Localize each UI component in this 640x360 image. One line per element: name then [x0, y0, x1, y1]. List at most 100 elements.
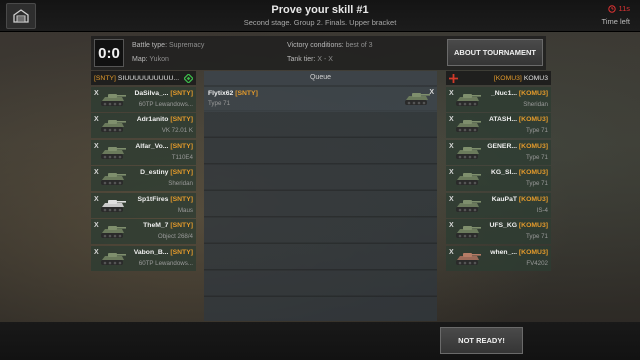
player-row[interactable]: Xwhen_... [KOMU3] FV4202 — [446, 245, 551, 271]
player-clan-tag: [SNTY] — [170, 248, 193, 256]
map-label: Map: — [132, 56, 148, 63]
player-clan-tag: [SNTY] — [170, 169, 193, 176]
player-name: when_... [KOMU3] — [490, 249, 548, 256]
green-diamond-icon — [184, 73, 193, 83]
tank-tier: Tank tier: X - X — [287, 56, 333, 63]
remove-player-icon[interactable]: X — [94, 222, 99, 229]
right-team-header: [KOMU3] KOMU3 — [446, 71, 551, 85]
player-row[interactable]: X DaSilva_... [SNTY] 60TP Lewandows... — [91, 86, 196, 112]
player-name: Vabon_B... [SNTY] — [134, 249, 193, 256]
battle-type: Battle type: Supremacy — [132, 42, 204, 49]
player-row[interactable]: X KG_Sl... [KOMU3] Type 71 — [446, 166, 551, 191]
remove-player-icon[interactable]: X — [429, 89, 434, 96]
player-nickname: Sp1tFires — [137, 195, 169, 203]
player-vehicle: Type 71 — [525, 127, 548, 134]
player-row[interactable]: X Sp1tFires [SNTY] Maus — [91, 192, 196, 218]
player-clan-tag: [KOMU3] — [518, 116, 548, 123]
tank-icon — [454, 197, 482, 215]
queue-item[interactable]: Flytix62 [SNTY] Type 71 X — [204, 87, 437, 112]
tank-icon — [99, 223, 127, 241]
player-clan-tag: [SNTY] — [170, 89, 193, 97]
player-row[interactable]: X UFS_KG [KOMU3] Type 71 — [446, 219, 551, 244]
queue-list: Flytix62 [SNTY] Type 71 X — [204, 85, 437, 321]
player-row[interactable]: X TheM_7 [SNTY] Object 268/4 — [91, 219, 196, 244]
remove-player-icon[interactable]: X — [449, 143, 454, 150]
player-clan-tag: [KOMU3] — [518, 142, 548, 150]
player-row[interactable]: X KauPaT [KOMU3] IS-4 — [446, 192, 551, 218]
player-nickname: DaSilva_... — [134, 89, 169, 97]
top-bar: Prove your skill #1 Second stage. Group … — [0, 0, 640, 32]
red-cross-icon — [449, 73, 458, 83]
player-name: GENER... [KOMU3] — [487, 143, 548, 150]
player-row[interactable]: X Alfar_Vo... [SNTY] T110E4 — [91, 139, 196, 165]
remove-player-icon[interactable]: X — [94, 196, 99, 203]
timer-label: Time left — [601, 17, 630, 26]
player-vehicle: 60TP Lewandows... — [138, 100, 193, 108]
right-team-name: KOMU3 — [523, 74, 548, 82]
player-nickname: Vabon_B... — [133, 248, 169, 256]
tank-icon — [454, 223, 482, 241]
remove-player-icon[interactable]: X — [449, 169, 454, 176]
player-nickname: Alfar_Vo... — [135, 142, 169, 150]
player-clan-tag: [KOMU3] — [518, 248, 548, 256]
player-row[interactable]: X ATASH... [KOMU3] Type 71 — [446, 113, 551, 138]
tank-icon — [99, 170, 127, 188]
victory-label: Victory conditions: — [287, 42, 344, 49]
remove-player-icon[interactable]: X — [449, 116, 454, 123]
victory-value: best of 3 — [345, 42, 373, 49]
player-name: Sp1tFires [SNTY] — [137, 196, 193, 203]
player-vehicle: Type 71 — [525, 233, 548, 240]
player-nickname: KG_Sl... — [490, 169, 518, 176]
player-name: D_estiny [SNTY] — [140, 169, 193, 176]
battle-type-value: Supremacy — [168, 42, 205, 49]
player-vehicle: 60TP Lewandows... — [138, 259, 193, 267]
queue-panel: Queue Flytix62 [SNTY] Type 71 X — [204, 71, 437, 321]
left-team-tag: [SNTY] — [94, 74, 116, 82]
remove-player-icon[interactable]: X — [94, 143, 99, 150]
player-nickname: GENER... — [487, 142, 518, 150]
player-vehicle: IS-4 — [536, 206, 548, 214]
queue-player-nickname: Flytix62 — [208, 90, 234, 97]
player-row[interactable]: X Vabon_B... [SNTY] 60TP Lewandows... — [91, 245, 196, 271]
tank-icon — [99, 197, 127, 215]
tank-icon — [99, 144, 127, 162]
player-row[interactable]: X _Nuc1... [KOMU3] Sheridan — [446, 86, 551, 112]
remove-player-icon[interactable]: X — [449, 196, 454, 203]
clock-icon — [608, 4, 617, 13]
player-vehicle: T110E4 — [171, 153, 193, 161]
player-vehicle: Sheridan — [168, 180, 193, 187]
player-row[interactable]: X Adr1anito [SNTY] VK 72.01 K — [91, 113, 196, 138]
player-name: Adr1anito [SNTY] — [137, 116, 193, 123]
remove-player-icon[interactable]: X — [94, 169, 99, 176]
right-team-tag: [KOMU3] — [493, 74, 522, 82]
player-nickname: TheM_7 — [143, 222, 169, 229]
tank-icon — [454, 144, 482, 162]
player-vehicle: Object 268/4 — [157, 233, 193, 240]
battle-info-panel: 0:0 Battle type: Supremacy Map: Yukon Vi… — [91, 36, 546, 70]
remove-player-icon[interactable]: X — [94, 249, 99, 256]
queue-header: Queue — [204, 71, 437, 85]
player-vehicle: FV4202 — [526, 259, 548, 267]
player-name: ATASH... [KOMU3] — [489, 116, 548, 123]
player-nickname: D_estiny — [140, 169, 169, 176]
remove-player-icon[interactable]: X — [449, 249, 454, 256]
player-nickname: ATASH... — [488, 116, 518, 123]
player-clan-tag: [KOMU3] — [518, 195, 548, 203]
remove-player-icon[interactable]: X — [449, 90, 454, 97]
tier-label: Tank tier: — [287, 56, 316, 63]
player-name: TheM_7 [SNTY] — [143, 222, 193, 229]
player-clan-tag: [SNTY] — [170, 195, 193, 203]
tank-icon — [99, 117, 127, 135]
player-vehicle: Type 71 — [525, 180, 548, 187]
player-vehicle: Type 71 — [525, 153, 548, 161]
remove-player-icon[interactable]: X — [94, 90, 99, 97]
about-tournament-button[interactable]: ABOUT TOURNAMENT — [447, 39, 543, 66]
player-name: DaSilva_... [SNTY] — [134, 90, 193, 97]
queue-player-vehicle: Type 71 — [208, 100, 231, 107]
player-row[interactable]: X D_estiny [SNTY] Sheridan — [91, 166, 196, 191]
not-ready-button[interactable]: NOT READY! — [440, 327, 523, 354]
remove-player-icon[interactable]: X — [94, 116, 99, 123]
player-clan-tag: [KOMU3] — [518, 169, 548, 176]
player-row[interactable]: X GENER... [KOMU3] Type 71 — [446, 139, 551, 165]
remove-player-icon[interactable]: X — [449, 222, 454, 229]
